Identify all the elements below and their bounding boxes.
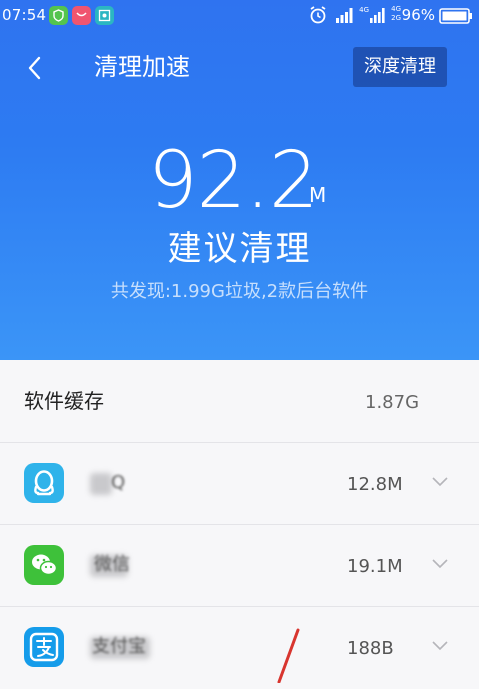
- category-title: 软件缓存: [24, 389, 104, 413]
- battery-icon: [439, 8, 472, 24]
- alipay-icon: [24, 627, 64, 667]
- annotation-arrow-stroke: [277, 628, 300, 683]
- battery-percentage: 96%: [401, 6, 435, 24]
- app-name: Q: [111, 472, 126, 493]
- back-arrow-icon[interactable]: [24, 54, 48, 82]
- scan-app-notification-icon: [95, 6, 114, 25]
- network-type-2-sub-label: 2G: [391, 14, 401, 22]
- found-summary-text: 共发现:1.99G垃圾,2款后台软件: [110, 281, 369, 302]
- status-bar: 07:54 4G 4G 2G 96%: [0, 0, 479, 30]
- list-item[interactable]: 支付宝 188B: [0, 606, 479, 689]
- wechat-icon: [24, 545, 64, 585]
- cleanable-size-value: 92.2: [148, 136, 319, 226]
- chevron-down-icon[interactable]: [432, 559, 448, 569]
- app-cache-size: 12.8M: [347, 474, 403, 495]
- shopping-app-notification-icon: [72, 6, 91, 25]
- network-type-label: 4G: [359, 6, 369, 14]
- category-size: 1.87G: [365, 392, 420, 413]
- alarm-icon: [310, 6, 326, 24]
- list-item[interactable]: Q 12.8M: [0, 442, 479, 525]
- cleanup-header-panel: 07:54 4G 4G 2G 96% 清理加速 深度清理 92.2 M 建议清理…: [0, 0, 479, 360]
- signal-strength-icon: [336, 8, 353, 23]
- qq-icon: [24, 463, 64, 503]
- chevron-down-icon[interactable]: [432, 641, 448, 651]
- signal-strength-2-icon: [370, 8, 385, 23]
- list-item[interactable]: 微信 19.1M: [0, 524, 479, 607]
- app-cache-size: 188B: [347, 638, 394, 659]
- chevron-down-icon[interactable]: [432, 477, 448, 487]
- app-name-blurred: [90, 473, 112, 495]
- app-name: 支付宝: [92, 636, 146, 657]
- app-name: 微信: [94, 554, 130, 575]
- status-time: 07:54: [2, 6, 47, 24]
- status-indicators: 4G 4G 2G 96%: [293, 4, 473, 26]
- cleanable-size-unit: M: [309, 183, 327, 207]
- security-app-notification-icon: [49, 6, 68, 25]
- cleanup-item-list: 软件缓存 1.87G Q 12.8M 微信 19.1M 支付宝 188B: [0, 360, 479, 689]
- page-title: 清理加速: [94, 53, 190, 81]
- suggest-clean-button[interactable]: 建议清理: [0, 226, 479, 272]
- network-type-2-label: 4G: [391, 5, 401, 13]
- app-cache-size: 19.1M: [347, 556, 403, 577]
- deep-clean-button[interactable]: 深度清理: [353, 47, 447, 87]
- category-row-app-cache[interactable]: 软件缓存 1.87G: [0, 360, 479, 442]
